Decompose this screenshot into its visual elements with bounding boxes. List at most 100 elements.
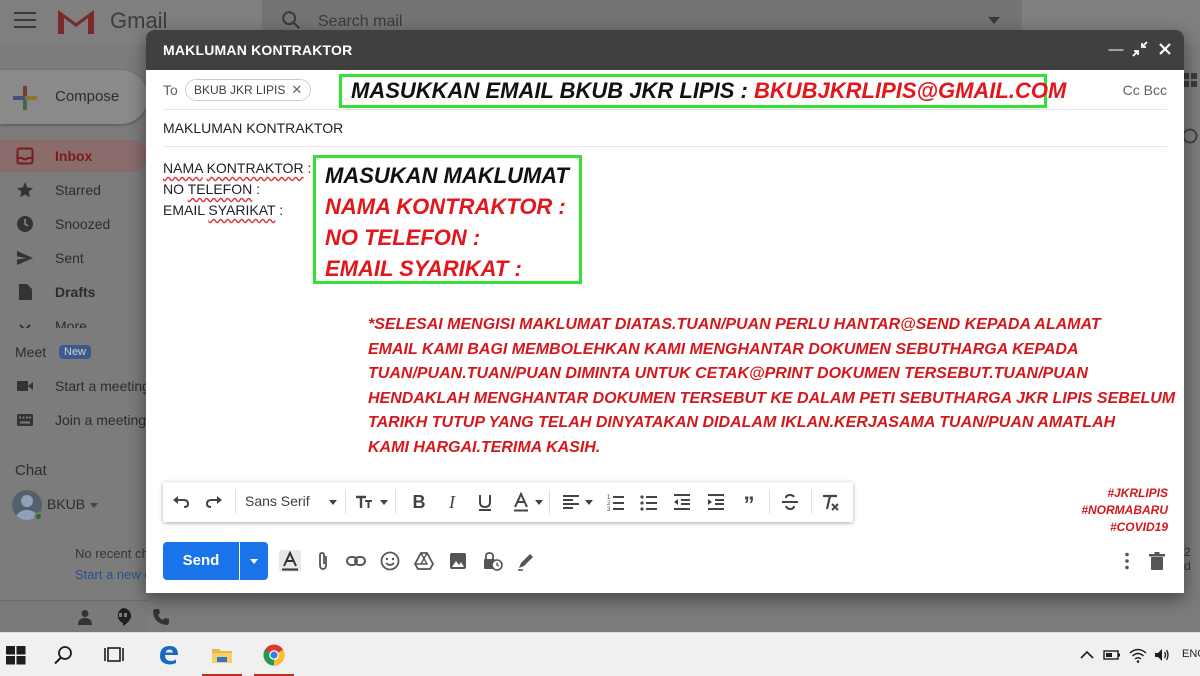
- input-language-indicator[interactable]: ENG: [1182, 648, 1200, 660]
- windows-start-icon[interactable]: [4, 643, 28, 667]
- hashtag: #JKRLIPIS: [1107, 486, 1168, 500]
- file-explorer-taskbar-button[interactable]: [198, 633, 246, 676]
- underline-icon[interactable]: [475, 492, 495, 512]
- undo-icon[interactable]: [171, 492, 191, 512]
- compose-button[interactable]: Compose: [0, 70, 148, 124]
- sidebar-item-more[interactable]: More: [0, 310, 148, 328]
- cc-bcc-link[interactable]: Cc Bcc: [1123, 82, 1167, 98]
- sidebar-item-drafts[interactable]: Drafts: [0, 276, 148, 308]
- redo-icon[interactable]: [204, 492, 224, 512]
- tasks-icon[interactable]: [1182, 128, 1198, 144]
- grid-view-icon[interactable]: [1182, 72, 1198, 88]
- chat-user-status[interactable]: BKUB: [12, 488, 148, 521]
- send-options-button[interactable]: [240, 542, 268, 580]
- meet-start-meeting[interactable]: Start a meeting: [0, 370, 150, 402]
- bulleted-list-icon[interactable]: [639, 492, 659, 512]
- chevron-up-icon[interactable]: [1078, 646, 1096, 664]
- chevron-down-icon[interactable]: [90, 503, 98, 508]
- compose-header[interactable]: MAKLUMAN KONTRAKTOR —: [146, 30, 1184, 70]
- insert-link-icon[interactable]: [345, 550, 367, 572]
- search-icon[interactable]: [52, 643, 76, 667]
- indent-more-icon[interactable]: [706, 492, 726, 512]
- compose-title: MAKLUMAN KONTRAKTOR: [163, 42, 353, 58]
- font-family-select[interactable]: Sans Serif: [245, 493, 310, 509]
- body-line-phone[interactable]: NO TELEFON :: [163, 181, 260, 197]
- numbered-list-icon[interactable]: 123: [606, 492, 626, 513]
- subject-field[interactable]: MAKLUMAN KONTRAKTOR: [163, 120, 343, 136]
- quote-icon[interactable]: ”: [739, 492, 759, 517]
- chevron-down-icon[interactable]: [585, 500, 593, 505]
- sidebar-item-starred[interactable]: Starred: [0, 174, 148, 206]
- chat-user-name: BKUB: [47, 496, 86, 512]
- body-line-email[interactable]: EMAIL SYARIKAT :: [163, 202, 283, 218]
- meet-section-title: Meet: [15, 344, 47, 360]
- chrome-taskbar-button[interactable]: [250, 633, 298, 676]
- body-text: TELEFON: [187, 181, 253, 197]
- emoji-icon[interactable]: [379, 550, 401, 572]
- online-status-dot: [34, 512, 43, 521]
- text-color-icon[interactable]: [511, 491, 531, 512]
- meet-join-meeting[interactable]: Join a meeting: [0, 404, 148, 436]
- strikethrough-icon[interactable]: [780, 492, 800, 512]
- toolbar-separator: [811, 490, 812, 514]
- chevron-down-icon[interactable]: [535, 500, 543, 505]
- bold-icon[interactable]: B: [409, 492, 429, 512]
- person-icon[interactable]: [76, 608, 94, 626]
- inbox-icon: [16, 147, 34, 165]
- recipient-chip[interactable]: BKUB JKR LIPIS ✕: [185, 79, 312, 101]
- discard-draft-icon[interactable]: [1146, 550, 1168, 572]
- clock-icon: [17, 216, 33, 232]
- chrome-icon: [262, 643, 286, 667]
- exit-fullscreen-icon[interactable]: [1132, 41, 1148, 57]
- wifi-icon[interactable]: [1129, 646, 1147, 664]
- sidebar-item-label: Inbox: [55, 148, 93, 164]
- sidebar-item-sent[interactable]: Sent: [0, 242, 148, 274]
- svg-text:3: 3: [607, 507, 611, 512]
- info-line: NO TELEFON :: [325, 225, 481, 250]
- google-drive-icon[interactable]: [413, 550, 435, 572]
- star-icon: [17, 182, 33, 198]
- notice-line: *SELESAI MENGISI MAKLUMAT DIATAS.TUAN/PU…: [368, 316, 1101, 333]
- search-options-icon[interactable]: [988, 17, 1000, 24]
- battery-icon[interactable]: [1103, 646, 1121, 664]
- edge-browser-icon[interactable]: [157, 643, 181, 667]
- sidebar-item-inbox[interactable]: Inbox: [0, 140, 148, 172]
- hangouts-icon[interactable]: [113, 607, 133, 627]
- text-size-icon[interactable]: [354, 492, 374, 512]
- volume-icon[interactable]: [1153, 646, 1171, 664]
- send-button[interactable]: Send: [163, 542, 239, 580]
- gmail-logo[interactable]: [56, 6, 96, 36]
- phone-icon[interactable]: [152, 608, 170, 626]
- more-options-icon[interactable]: [1116, 550, 1138, 572]
- chevron-down-icon[interactable]: [380, 500, 388, 505]
- body-line-name[interactable]: NAMA KONTRAKTOR :: [163, 160, 311, 176]
- close-icon[interactable]: [1158, 42, 1172, 56]
- windows-taskbar: ENG: [0, 632, 1200, 676]
- to-label: To: [163, 82, 178, 98]
- task-view-icon[interactable]: [103, 643, 127, 667]
- main-menu-icon[interactable]: [14, 12, 36, 30]
- info-line: NAMA KONTRAKTOR :: [325, 194, 566, 219]
- chevron-down-icon[interactable]: [329, 500, 337, 505]
- folder-icon: [210, 643, 234, 667]
- search-icon[interactable]: [280, 9, 302, 31]
- attach-file-icon[interactable]: [312, 550, 334, 572]
- search-input[interactable]: Search mail: [318, 13, 402, 31]
- align-icon[interactable]: [561, 492, 581, 512]
- plus-icon: [13, 86, 37, 110]
- hashtags: #JKRLIPIS #NORMABARU #COVID19: [1081, 485, 1168, 536]
- sidebar-item-label: More: [55, 318, 87, 328]
- signature-pen-icon[interactable]: [515, 550, 537, 572]
- minimize-button[interactable]: —: [1106, 40, 1126, 60]
- insert-photo-icon[interactable]: [447, 550, 469, 572]
- body-text: :: [256, 181, 260, 197]
- info-heading: MASUKAN MAKLUMAT: [325, 163, 569, 188]
- formatting-options-icon[interactable]: [279, 550, 301, 572]
- body-text: KONTRAKTOR: [206, 160, 304, 176]
- indent-less-icon[interactable]: [672, 492, 692, 512]
- remove-formatting-icon[interactable]: [820, 492, 840, 512]
- confidential-mode-icon[interactable]: [481, 550, 503, 572]
- italic-icon[interactable]: I: [442, 492, 462, 512]
- remove-recipient-icon[interactable]: ✕: [291, 80, 302, 100]
- sidebar-item-snoozed[interactable]: Snoozed: [0, 208, 148, 240]
